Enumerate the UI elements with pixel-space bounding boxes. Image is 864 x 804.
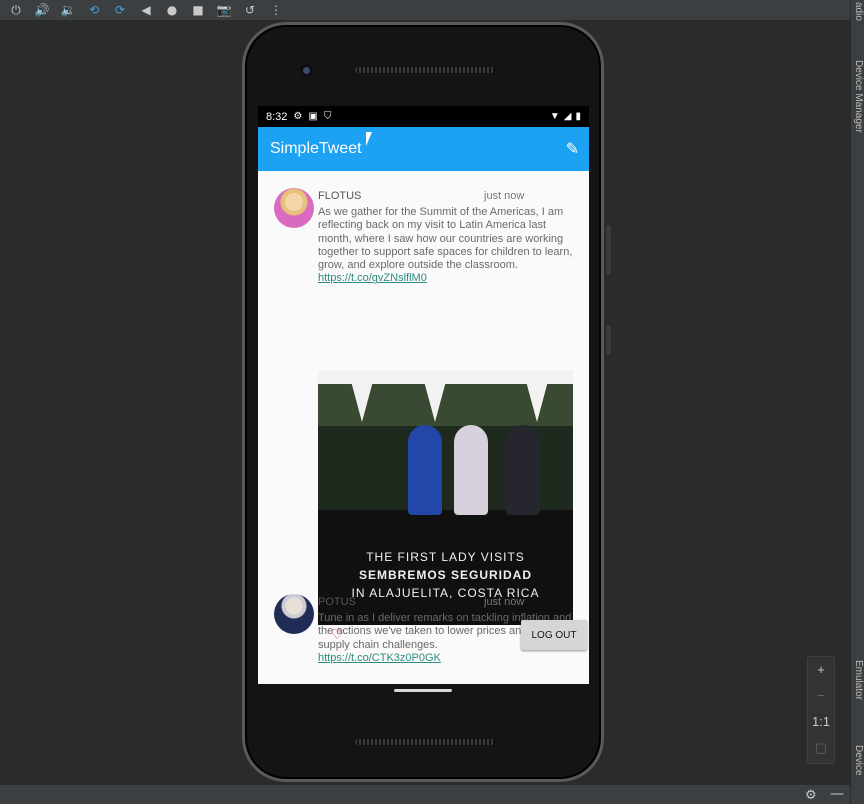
device-screen: 8:32 ⚙ ▣ ⛉ ▼ ◢ ▮ SimpleTweet ✎ FLOTUS ju… <box>258 106 589 684</box>
avatar[interactable] <box>274 188 314 228</box>
volume-down-icon[interactable]: 🔉 <box>58 2 78 18</box>
tweet-username: POTUS <box>318 596 356 608</box>
media-person <box>454 425 488 515</box>
avatar[interactable] <box>274 594 314 634</box>
power-icon[interactable]: ⏻ <box>6 2 26 18</box>
tweet-link[interactable]: https://t.co/gvZNslflM0 <box>318 272 580 285</box>
media-pennant <box>523 370 551 422</box>
rotate-left-icon[interactable]: ⟲ <box>84 2 104 18</box>
volume-button <box>606 225 611 275</box>
rotate-right-icon[interactable]: ⟳ <box>110 2 130 18</box>
shield-status-icon: ⛉ <box>323 111 332 122</box>
zoom-in-button[interactable]: + <box>808 657 834 683</box>
zoom-out-button[interactable]: − <box>808 683 834 709</box>
home-icon[interactable]: ● <box>162 2 182 18</box>
gear-icon[interactable]: ⚙ <box>805 788 817 803</box>
logout-button[interactable]: LOG OUT <box>521 620 587 650</box>
fit-screen-icon[interactable]: ▢ <box>808 735 834 761</box>
replay-icon[interactable]: ↺ <box>240 2 260 18</box>
zoom-controls: + − 1:1 ▢ <box>807 656 835 764</box>
tweet-username: FLOTUS <box>318 190 362 202</box>
signal-icon: ◢ <box>563 111 572 122</box>
media-pennant <box>421 370 449 422</box>
bottom-status-bar <box>0 785 850 804</box>
volume-up-icon[interactable]: 🔊 <box>32 2 52 18</box>
tweet-body: As we gather for the Summit of the Ameri… <box>318 206 580 286</box>
media-person <box>506 425 540 515</box>
media-caption-line: SEMBREMOS SEGURIDAD <box>358 568 532 582</box>
bottom-speaker <box>355 739 495 745</box>
app-bar: SimpleTweet ✎ <box>258 127 589 171</box>
a-status-icon: ▣ <box>308 111 318 122</box>
status-time: 8:32 <box>266 110 288 123</box>
overview-icon[interactable]: ■ <box>188 2 208 18</box>
media-caption-line: THE FIRST LADY VISITS <box>366 550 525 564</box>
camera-icon[interactable]: 📷 <box>214 2 234 18</box>
tweet-text: As we gather for the Summit of the Ameri… <box>318 206 573 272</box>
minimize-icon[interactable]: — <box>830 786 844 802</box>
front-camera <box>300 64 313 77</box>
tweet-timestamp: just now <box>484 596 525 608</box>
timeline[interactable]: FLOTUS just now As we gather for the Sum… <box>258 171 589 684</box>
app-title: SimpleTweet <box>270 140 362 157</box>
media-pennant <box>348 370 376 422</box>
status-bar: 8:32 ⚙ ▣ ⛉ ▼ ◢ ▮ <box>258 106 589 127</box>
media-person <box>408 425 442 515</box>
back-icon[interactable]: ◀ <box>136 2 156 18</box>
side-tab-device[interactable]: Device <box>850 745 864 776</box>
zoom-reset-button[interactable]: 1:1 <box>808 709 834 735</box>
right-tool-strip: adio Device Manager Emulator Device <box>850 0 864 804</box>
media-caption-line: IN ALAJUELITA, COSTA RICA <box>351 586 540 600</box>
emulator-toolbar: ⏻ 🔊 🔉 ⟲ ⟳ ◀ ● ■ 📷 ↺ ⋮ <box>0 0 850 20</box>
side-tab-emulator[interactable]: Emulator <box>850 660 864 700</box>
tweet-link[interactable]: https://t.co/CTK3z0P0GK <box>318 652 580 665</box>
gesture-nav-bar[interactable] <box>394 689 452 692</box>
power-button <box>606 325 611 355</box>
tweet-timestamp: just now <box>484 190 525 202</box>
mouse-cursor <box>366 132 378 146</box>
wifi-icon: ▼ <box>549 111 560 122</box>
top-speaker <box>355 67 495 73</box>
more-icon[interactable]: ⋮ <box>266 2 286 18</box>
tweet-media[interactable]: THE FIRST LADY VISITS SEMBREMOS SEGURIDA… <box>318 370 573 625</box>
settings-status-icon: ⚙ <box>293 111 303 122</box>
side-tab-device-manager[interactable]: Device Manager <box>850 60 864 133</box>
battery-icon: ▮ <box>575 111 581 122</box>
side-tab-studio[interactable]: adio <box>850 2 864 21</box>
compose-tweet-icon[interactable]: ✎ <box>566 139 579 159</box>
